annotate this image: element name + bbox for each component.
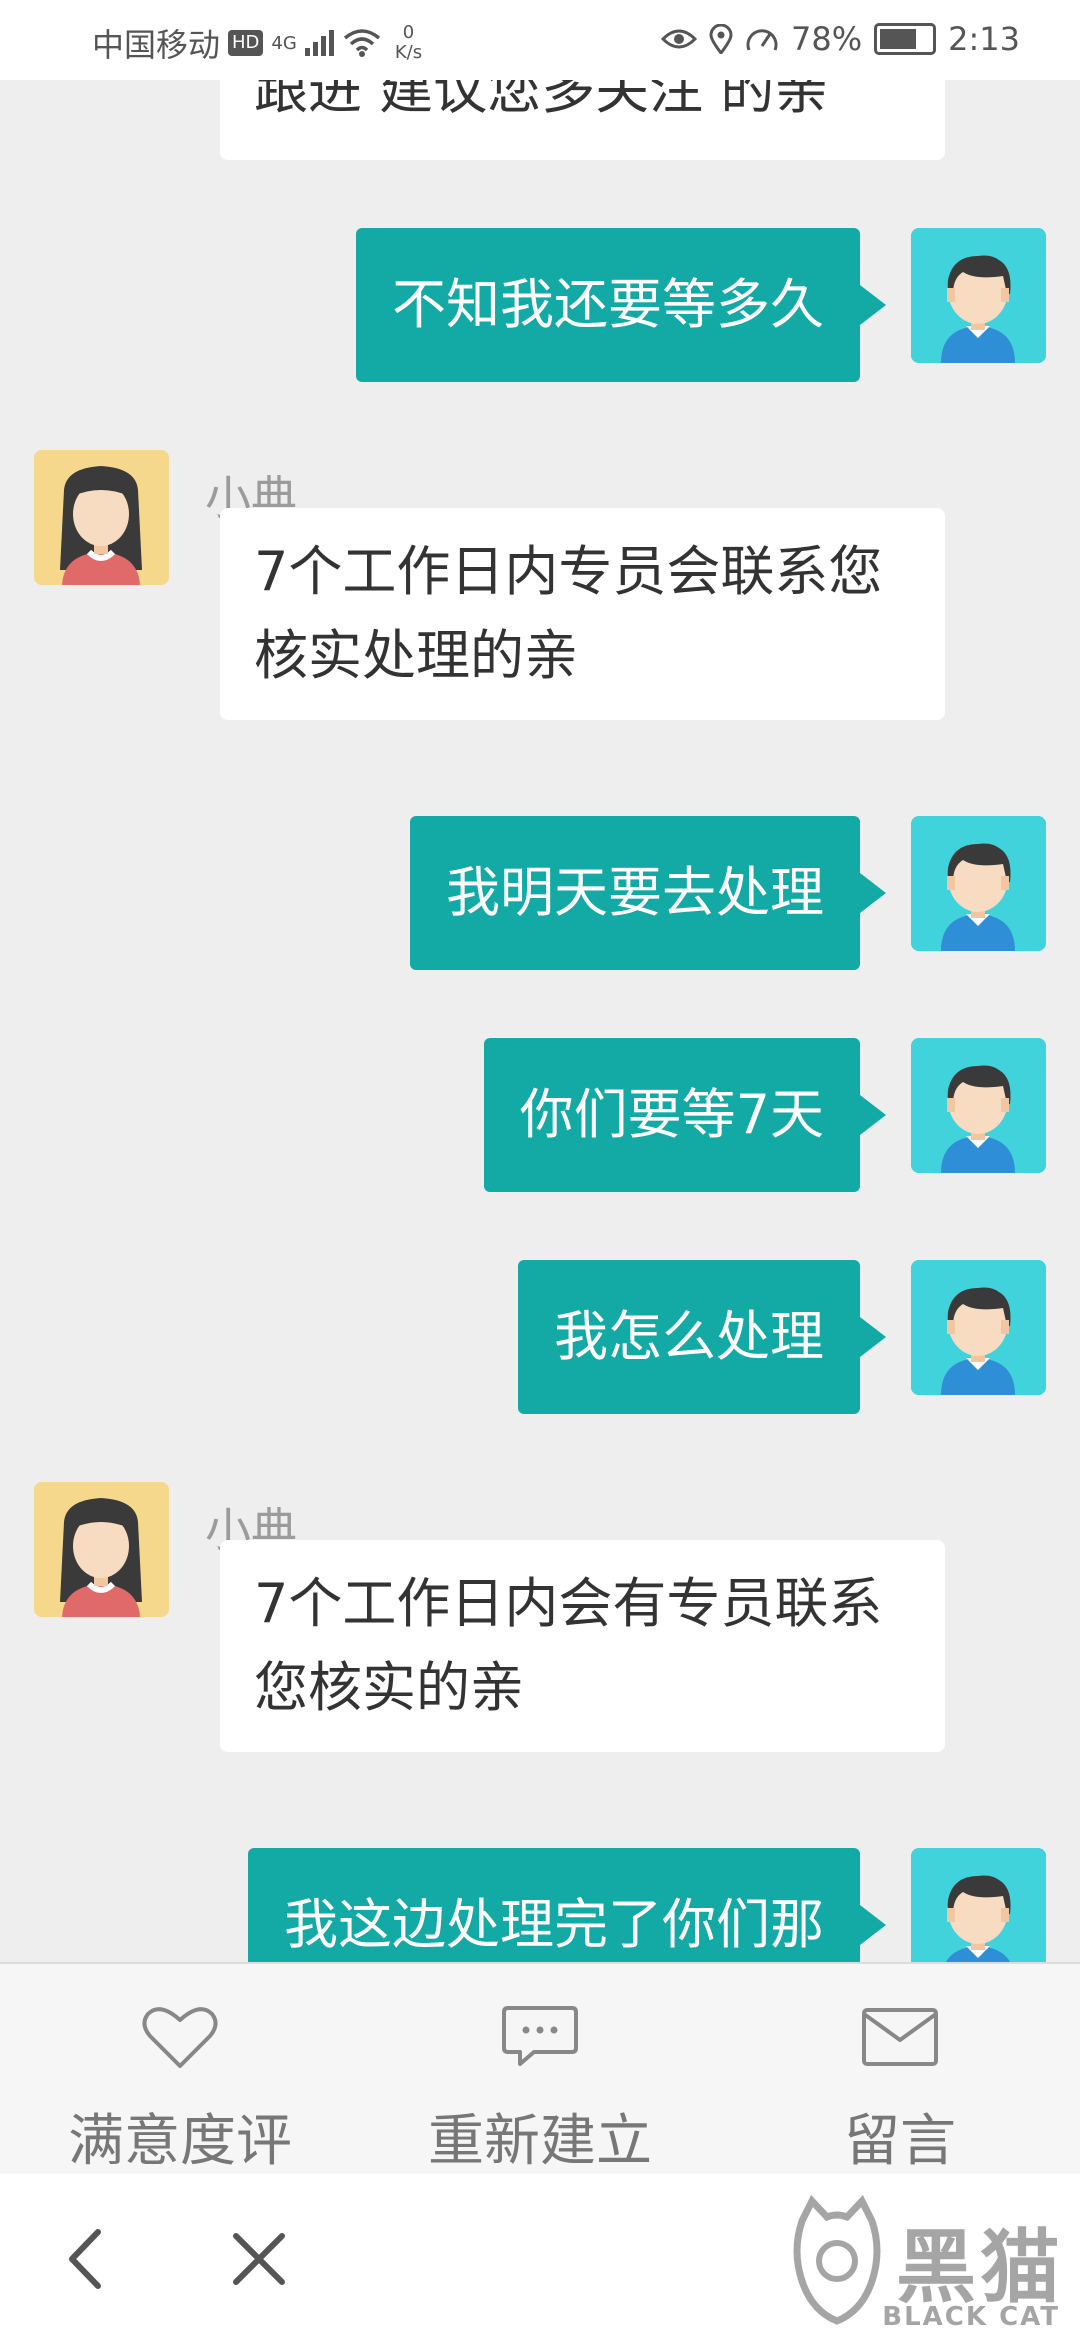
leave-message-button[interactable]: 留言	[750, 1964, 1050, 2176]
message-text: 我怎么处理	[554, 1305, 824, 1368]
message-text: 不知我还要等多久	[392, 273, 824, 336]
watermark: 黑猫 BLACK CAT	[782, 2189, 1072, 2334]
battery-percent: 78%	[791, 20, 863, 58]
boy-avatar-icon	[911, 1260, 1046, 1395]
chevron-left-icon[interactable]	[42, 2214, 132, 2304]
status-left: 中国移动 HD 4G 0 K/s	[92, 20, 422, 66]
boy-avatar-icon	[911, 816, 1046, 951]
message-text: 你们要等7天	[519, 1083, 824, 1146]
message-text: 我明天要去处理	[446, 861, 824, 924]
speedometer-icon	[746, 29, 778, 51]
chat-area[interactable]: 跟进 建议您多关注 的亲 不知我还要等多久 小典 7个工作日内专员会联系您核实处…	[0, 0, 1080, 1962]
agent-message-bubble: 7个工作日内会有专员联系您核实的亲	[220, 1540, 945, 1752]
agent-avatar	[34, 450, 169, 585]
network-speed: 0 K/s	[395, 23, 422, 63]
watermark-subtext: BLACK CAT	[882, 2302, 1060, 2332]
user-message-bubble: 不知我还要等多久	[356, 228, 886, 382]
hd-badge: HD	[228, 30, 264, 56]
network-type: 4G	[271, 32, 297, 54]
speed-unit: K/s	[394, 42, 423, 63]
girl-avatar-icon	[34, 1482, 169, 1617]
message-text: 7个工作日内专员会联系您核实处理的亲	[254, 540, 883, 687]
eye-icon	[661, 29, 698, 49]
clock-time: 2:13	[948, 20, 1020, 58]
chat-bubble-icon	[502, 2006, 578, 2066]
agent-avatar	[34, 1482, 169, 1617]
carrier-name: 中国移动	[92, 26, 221, 64]
battery-icon	[874, 23, 937, 55]
user-avatar	[911, 1038, 1046, 1173]
envelope-icon	[862, 2008, 938, 2066]
signal-icon	[304, 30, 334, 56]
navigation-bar: 黑猫 BLACK CAT	[0, 2174, 1080, 2340]
user-message-bubble: 我这边处理完了你们那	[248, 1848, 886, 1962]
status-bar: 中国移动 HD 4G 0 K/s 78% 2:13	[0, 0, 1080, 80]
wifi-icon	[343, 29, 380, 57]
boy-avatar-icon	[911, 1848, 1046, 1962]
user-message-bubble: 我怎么处理	[518, 1260, 886, 1414]
action-label: 留言	[844, 2109, 956, 2174]
close-icon[interactable]	[214, 2214, 304, 2304]
agent-message-bubble: 7个工作日内专员会联系您核实处理的亲	[220, 508, 945, 720]
user-avatar	[911, 1260, 1046, 1395]
status-right: 78% 2:13	[661, 20, 1020, 58]
chat-action-bar: 满意度评 重新建立 留言	[0, 1962, 1080, 2176]
user-avatar	[911, 816, 1046, 951]
speed-value: 0	[402, 22, 415, 43]
user-avatar	[911, 228, 1046, 363]
girl-avatar-icon	[34, 450, 169, 585]
user-message-bubble: 你们要等7天	[483, 1038, 887, 1192]
user-avatar	[911, 1848, 1046, 1962]
action-label: 满意度评	[68, 2109, 292, 2174]
boy-avatar-icon	[911, 228, 1046, 363]
heart-icon	[142, 2007, 218, 2068]
user-message-bubble: 我明天要去处理	[410, 816, 886, 970]
black-cat-logo	[793, 2194, 881, 2325]
message-text: 7个工作日内会有专员联系您核实的亲	[254, 1572, 883, 1719]
satisfaction-rating-button[interactable]: 满意度评	[30, 1964, 330, 2176]
location-icon	[709, 24, 733, 54]
action-label: 重新建立	[428, 2109, 652, 2174]
boy-avatar-icon	[911, 1038, 1046, 1173]
message-text: 我这边处理完了你们那	[284, 1893, 824, 1956]
recreate-session-button[interactable]: 重新建立	[390, 1964, 690, 2176]
